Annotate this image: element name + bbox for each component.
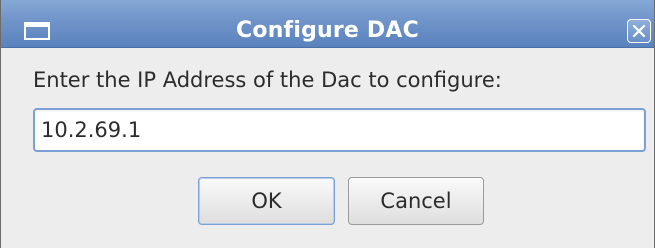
- window-title: Configure DAC: [236, 18, 419, 43]
- ok-button[interactable]: OK: [198, 177, 335, 225]
- ip-address-prompt: Enter the IP Address of the Dac to confi…: [33, 68, 502, 92]
- close-button[interactable]: [627, 19, 651, 43]
- cancel-button[interactable]: Cancel: [348, 177, 484, 225]
- configure-dac-dialog: Configure DAC Enter the IP Address of th…: [0, 0, 655, 248]
- close-icon: [632, 24, 646, 38]
- ip-address-input[interactable]: [33, 108, 646, 152]
- title-bar[interactable]: Configure DAC: [1, 0, 654, 48]
